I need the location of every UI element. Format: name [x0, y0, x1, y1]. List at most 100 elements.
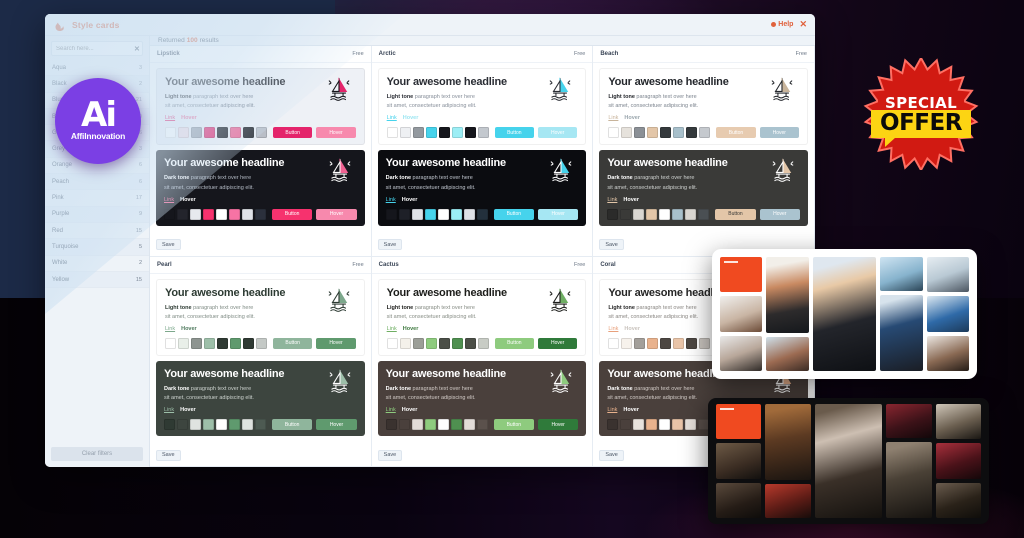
color-swatch[interactable]	[685, 419, 697, 430]
color-swatch[interactable]	[230, 337, 241, 349]
color-swatch[interactable]	[203, 419, 214, 430]
color-swatch[interactable]	[190, 208, 201, 220]
save-button[interactable]: Save	[599, 449, 624, 461]
color-swatch[interactable]	[647, 337, 659, 349]
preview-link[interactable]: Link	[164, 407, 174, 413]
color-swatch[interactable]	[450, 208, 462, 220]
color-swatch[interactable]	[243, 127, 254, 139]
color-swatch[interactable]	[164, 208, 175, 220]
save-button[interactable]: Save	[377, 239, 403, 251]
color-swatch[interactable]	[621, 337, 633, 349]
color-swatch[interactable]	[686, 127, 698, 139]
color-swatch[interactable]	[608, 127, 620, 139]
preview-link-hover[interactable]: Hover	[403, 326, 419, 332]
color-swatch[interactable]	[621, 127, 633, 139]
color-swatch[interactable]	[673, 127, 685, 139]
gallery-tile[interactable]	[720, 257, 763, 293]
gallery-tile[interactable]	[926, 257, 969, 293]
gallery-tile-featured[interactable]	[814, 404, 883, 518]
color-swatch[interactable]	[411, 208, 423, 220]
preview-button[interactable]: Button	[272, 419, 313, 430]
color-swatch[interactable]	[229, 419, 240, 430]
color-swatch[interactable]	[191, 337, 202, 349]
preview-link-hover[interactable]: Hover	[403, 115, 419, 121]
preview-link-hover[interactable]: Hover	[624, 115, 640, 121]
facet-yellow[interactable]: Yellow 15	[45, 271, 149, 289]
color-swatch[interactable]	[191, 127, 202, 139]
gallery-tile[interactable]	[716, 443, 762, 479]
preview-button-hover[interactable]: Hover	[537, 337, 578, 349]
preview-button-hover[interactable]: Hover	[759, 127, 799, 139]
gallery-tile-featured[interactable]	[812, 257, 877, 371]
color-swatch[interactable]	[634, 337, 646, 349]
color-swatch[interactable]	[398, 419, 410, 430]
color-swatch[interactable]	[386, 337, 398, 349]
preview-link-hover[interactable]: Hover	[402, 407, 418, 413]
color-swatch[interactable]	[243, 337, 254, 349]
preview-button[interactable]: Button	[272, 208, 313, 220]
facet-peach[interactable]: Peach 6	[45, 174, 149, 191]
gallery-tile[interactable]	[720, 335, 763, 371]
preview-button-hover[interactable]: Hover	[316, 337, 356, 349]
preview-link[interactable]: Link	[386, 197, 396, 203]
preview-link[interactable]: Link	[165, 115, 175, 121]
color-swatch[interactable]	[177, 419, 188, 430]
color-swatch[interactable]	[242, 208, 253, 220]
color-swatch[interactable]	[177, 208, 188, 220]
preview-button[interactable]: Button	[273, 337, 313, 349]
color-swatch[interactable]	[256, 127, 267, 139]
gallery-tile[interactable]	[765, 404, 811, 480]
color-swatch[interactable]	[464, 337, 476, 349]
color-swatch[interactable]	[659, 208, 671, 220]
color-swatch[interactable]	[607, 419, 619, 430]
color-swatch[interactable]	[256, 337, 267, 349]
gallery-tile[interactable]	[766, 257, 809, 333]
color-swatch[interactable]	[437, 208, 449, 220]
color-swatch[interactable]	[399, 337, 411, 349]
preview-button-hover[interactable]: Hover	[316, 208, 357, 220]
preview-link[interactable]: Link	[387, 115, 397, 121]
gallery-tile[interactable]	[766, 336, 809, 371]
color-swatch[interactable]	[230, 127, 241, 139]
color-swatch[interactable]	[165, 337, 176, 349]
color-swatch[interactable]	[412, 337, 424, 349]
facet-purple[interactable]: Purple 9	[45, 206, 149, 223]
preview-button[interactable]: Button	[716, 127, 756, 139]
color-swatch[interactable]	[399, 127, 411, 139]
gallery-tile[interactable]	[935, 404, 981, 440]
color-swatch[interactable]	[464, 127, 476, 139]
gallery-tile[interactable]	[880, 257, 923, 292]
color-swatch[interactable]	[646, 419, 658, 430]
preview-link-hover[interactable]: Hover	[181, 326, 197, 332]
color-swatch[interactable]	[647, 127, 659, 139]
color-swatch[interactable]	[634, 127, 646, 139]
color-swatch[interactable]	[178, 127, 189, 139]
preview-link[interactable]: Link	[164, 197, 174, 203]
preview-link[interactable]: Link	[607, 197, 617, 203]
color-swatch[interactable]	[476, 208, 488, 220]
color-swatch[interactable]	[686, 337, 698, 349]
color-swatch[interactable]	[698, 208, 710, 220]
color-swatch[interactable]	[673, 337, 685, 349]
preview-link[interactable]: Link	[607, 407, 617, 413]
color-swatch[interactable]	[659, 419, 671, 430]
search-box[interactable]: ✕	[51, 41, 143, 56]
color-swatch[interactable]	[386, 127, 398, 139]
search-clear-icon[interactable]: ✕	[134, 45, 140, 53]
color-swatch[interactable]	[463, 419, 475, 430]
color-swatch[interactable]	[620, 419, 632, 430]
facet-red[interactable]: Red 15	[45, 223, 149, 240]
preview-button-hover[interactable]: Hover	[537, 208, 579, 220]
color-swatch[interactable]	[255, 419, 266, 430]
preview-button[interactable]: Button	[715, 208, 756, 220]
preview-button-hover[interactable]: Hover	[537, 127, 578, 139]
color-swatch[interactable]	[633, 419, 645, 430]
color-swatch[interactable]	[451, 337, 463, 349]
save-button[interactable]: Save	[377, 449, 403, 461]
color-swatch[interactable]	[660, 127, 672, 139]
color-swatch[interactable]	[476, 419, 488, 430]
color-swatch[interactable]	[425, 337, 437, 349]
color-swatch[interactable]	[242, 419, 253, 430]
preview-link-hover[interactable]: Hover	[402, 197, 418, 203]
color-swatch[interactable]	[424, 419, 436, 430]
